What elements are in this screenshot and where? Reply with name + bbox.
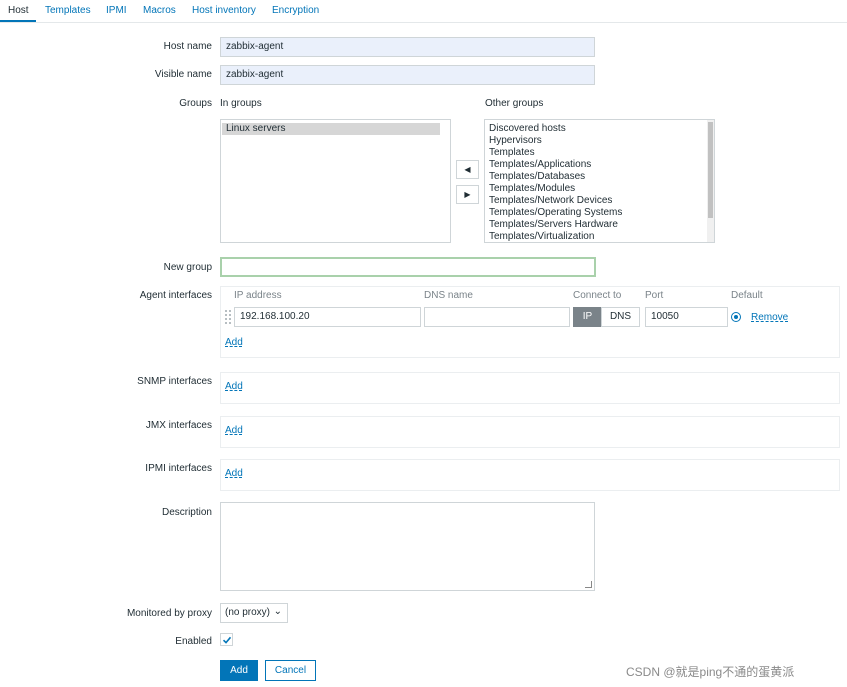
chevron-down-icon: ⌄ xyxy=(273,606,282,617)
other-groups-label: Other groups xyxy=(485,98,544,109)
list-item[interactable]: Templates xyxy=(485,147,714,159)
tab-host[interactable]: Host xyxy=(8,5,29,16)
ipmi-interfaces-panel xyxy=(220,459,840,491)
visible-name-input[interactable]: zabbix-agent xyxy=(220,65,595,85)
remove-interface-link[interactable]: Remove xyxy=(751,312,788,323)
enabled-checkbox[interactable] xyxy=(220,633,233,646)
watermark: CSDN @就是ping不通的蛋黄派 xyxy=(626,665,795,679)
snmp-interfaces-label: SNMP interfaces xyxy=(137,376,212,387)
add-agent-interface-link[interactable]: Add xyxy=(225,337,243,348)
host-name-input[interactable]: zabbix-agent xyxy=(220,37,595,57)
snmp-interfaces-panel xyxy=(220,372,840,404)
drag-handle-icon[interactable] xyxy=(225,310,231,324)
tab-bar: Host Templates IPMI Macros Host inventor… xyxy=(0,0,847,23)
tab-macros[interactable]: Macros xyxy=(143,5,176,16)
list-item[interactable]: Templates/Applications xyxy=(485,159,714,171)
visible-name-label: Visible name xyxy=(154,69,212,80)
in-groups-label: In groups xyxy=(220,98,262,109)
list-item[interactable]: Templates/Network Devices xyxy=(485,195,714,207)
resize-handle-icon[interactable] xyxy=(585,581,592,588)
description-textarea[interactable] xyxy=(220,502,595,591)
new-group-input[interactable] xyxy=(220,257,596,277)
list-item[interactable]: Templates/Operating Systems xyxy=(485,207,714,219)
move-right-button[interactable]: ▶ xyxy=(456,185,479,204)
list-item[interactable]: Templates/Modules xyxy=(485,183,714,195)
connect-dns-button[interactable]: DNS xyxy=(601,307,640,327)
proxy-label: Monitored by proxy xyxy=(126,608,212,619)
list-item[interactable]: Hypervisors xyxy=(485,135,714,147)
active-tab-indicator xyxy=(0,20,36,22)
list-item[interactable]: Discovered hosts xyxy=(485,123,714,135)
list-item[interactable]: Templates/Databases xyxy=(485,171,714,183)
dns-name-input[interactable] xyxy=(424,307,570,327)
connect-to-header: Connect to xyxy=(573,290,622,301)
add-button[interactable]: Add xyxy=(220,660,258,681)
list-item[interactable]: Linux servers xyxy=(222,123,440,135)
arrow-left-icon: ◀ xyxy=(464,165,471,174)
list-item[interactable]: Templates/Servers Hardware xyxy=(485,219,714,231)
cancel-button[interactable]: Cancel xyxy=(265,660,316,681)
listbox-scrollbar[interactable] xyxy=(707,120,714,242)
default-header: Default xyxy=(731,290,763,301)
port-input[interactable]: 10050 xyxy=(645,307,728,327)
add-jmx-interface-link[interactable]: Add xyxy=(225,425,243,436)
agent-interfaces-label: Agent interfaces xyxy=(139,290,212,301)
other-groups-listbox[interactable]: Discovered hosts Hypervisors Templates T… xyxy=(484,119,715,243)
dns-name-header: DNS name xyxy=(424,290,473,301)
tab-templates[interactable]: Templates xyxy=(45,5,91,16)
tab-encryption[interactable]: Encryption xyxy=(272,5,319,16)
move-left-button[interactable]: ◀ xyxy=(456,160,479,179)
enabled-label: Enabled xyxy=(175,636,212,647)
ip-address-header: IP address xyxy=(234,290,282,301)
in-groups-listbox[interactable]: Linux servers xyxy=(220,119,451,243)
ipmi-interfaces-label: IPMI interfaces xyxy=(145,463,212,474)
new-group-label: New group xyxy=(163,262,212,273)
description-label: Description xyxy=(161,507,212,518)
default-interface-radio[interactable] xyxy=(731,312,741,322)
add-snmp-interface-link[interactable]: Add xyxy=(225,381,243,392)
ip-address-input[interactable]: 192.168.100.20 xyxy=(234,307,421,327)
groups-label: Groups xyxy=(179,98,212,109)
host-name-label: Host name xyxy=(163,41,212,52)
tab-ipmi[interactable]: IPMI xyxy=(106,5,127,16)
connect-ip-button[interactable]: IP xyxy=(573,307,602,327)
scrollbar-thumb[interactable] xyxy=(708,122,713,218)
add-ipmi-interface-link[interactable]: Add xyxy=(225,468,243,479)
proxy-select[interactable]: (no proxy) ⌄ xyxy=(220,603,288,623)
port-header: Port xyxy=(645,290,664,301)
tab-host-inventory[interactable]: Host inventory xyxy=(192,5,256,16)
arrow-right-icon: ▶ xyxy=(464,190,471,199)
jmx-interfaces-label: JMX interfaces xyxy=(145,420,212,431)
check-icon xyxy=(222,636,232,644)
proxy-select-value: (no proxy) xyxy=(225,607,271,618)
list-item[interactable]: Templates/Virtualization xyxy=(485,231,714,242)
jmx-interfaces-panel xyxy=(220,416,840,448)
